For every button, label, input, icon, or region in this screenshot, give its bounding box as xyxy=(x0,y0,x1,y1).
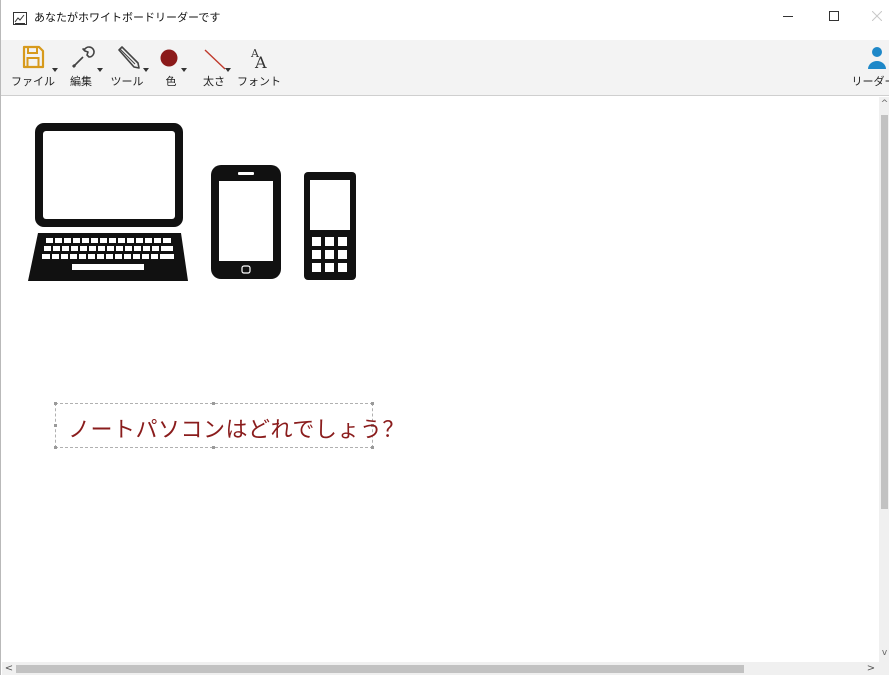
chevron-down-icon xyxy=(97,68,103,72)
title-bar: あなたがホワイトボードリーダーです xyxy=(1,0,889,32)
chevron-down-icon xyxy=(52,68,58,72)
file-menu-label: ファイル xyxy=(11,75,55,88)
user-icon xyxy=(868,47,886,69)
tool-menu-label: ツール xyxy=(110,75,144,88)
resize-handle[interactable] xyxy=(54,424,57,427)
font-label: フォント xyxy=(237,75,281,88)
canvas-text-box[interactable]: ノートパソコンはどれでしょう？ xyxy=(54,402,404,449)
color-menu-button[interactable]: 色 xyxy=(156,42,187,94)
color-menu-label: 色 xyxy=(165,75,177,88)
horizontal-scrollbar[interactable]: < > xyxy=(2,662,879,675)
close-icon xyxy=(872,11,882,21)
tool-menu-button[interactable]: ツール xyxy=(107,42,149,94)
resize-handle[interactable] xyxy=(54,446,57,449)
smartphone-icon[interactable] xyxy=(211,165,281,279)
vertical-scrollbar[interactable]: ^ v xyxy=(879,97,889,662)
save-icon xyxy=(22,45,45,69)
minimize-icon xyxy=(783,15,793,17)
svg-text:A: A xyxy=(254,53,267,72)
leader-label: リーダー xyxy=(851,75,889,88)
leader-button[interactable]: リーダー xyxy=(847,42,889,94)
app-window: あなたがホワイトボードリーダーです ファイル 編集 ツール 色 太さ A A フ… xyxy=(0,0,889,675)
scroll-left-arrow[interactable]: < xyxy=(3,662,15,675)
scroll-up-arrow[interactable]: ^ xyxy=(880,98,889,110)
resize-handle[interactable] xyxy=(371,402,374,405)
line-width-label: 太さ xyxy=(203,75,225,88)
scroll-right-arrow[interactable]: > xyxy=(865,662,877,675)
chevron-down-icon xyxy=(225,68,231,72)
laptop-icon[interactable] xyxy=(28,123,188,281)
pen-icon xyxy=(118,46,140,69)
canvas-question-text[interactable]: ノートパソコンはどれでしょう？ xyxy=(68,412,405,444)
line-width-button[interactable]: 太さ xyxy=(197,42,231,94)
window-title: あなたがホワイトボードリーダーです xyxy=(34,11,221,24)
resize-handle[interactable] xyxy=(212,446,215,449)
resize-handle[interactable] xyxy=(371,446,374,449)
minimize-button[interactable] xyxy=(765,0,811,32)
scrollbar-corner xyxy=(879,662,889,675)
ribbon-toolbar: ファイル 編集 ツール 色 太さ A A フォント リーダ xyxy=(1,40,889,96)
font-button[interactable]: A A フォント xyxy=(237,42,281,94)
resize-handle[interactable] xyxy=(212,402,215,405)
maximize-button[interactable] xyxy=(811,0,857,32)
file-menu-button[interactable]: ファイル xyxy=(11,42,58,94)
resize-handle[interactable] xyxy=(54,402,57,405)
font-icon: A A xyxy=(250,47,267,72)
edit-menu-button[interactable]: 編集 xyxy=(63,42,103,94)
feature-phone-icon[interactable] xyxy=(304,172,356,280)
vertical-scroll-thumb[interactable] xyxy=(881,115,888,509)
chevron-down-icon xyxy=(143,68,149,72)
wrench-icon xyxy=(71,46,95,69)
chevron-down-icon xyxy=(181,68,187,72)
edit-menu-label: 編集 xyxy=(70,75,92,88)
device-images[interactable] xyxy=(24,119,364,285)
whiteboard-canvas[interactable]: ノートパソコンはどれでしょう？ xyxy=(2,97,879,662)
whiteboard-app-icon xyxy=(13,10,27,25)
horizontal-scroll-thumb[interactable] xyxy=(16,665,744,673)
scroll-down-arrow[interactable]: v xyxy=(880,647,889,659)
close-button[interactable] xyxy=(854,0,889,32)
maximize-icon xyxy=(829,11,839,21)
